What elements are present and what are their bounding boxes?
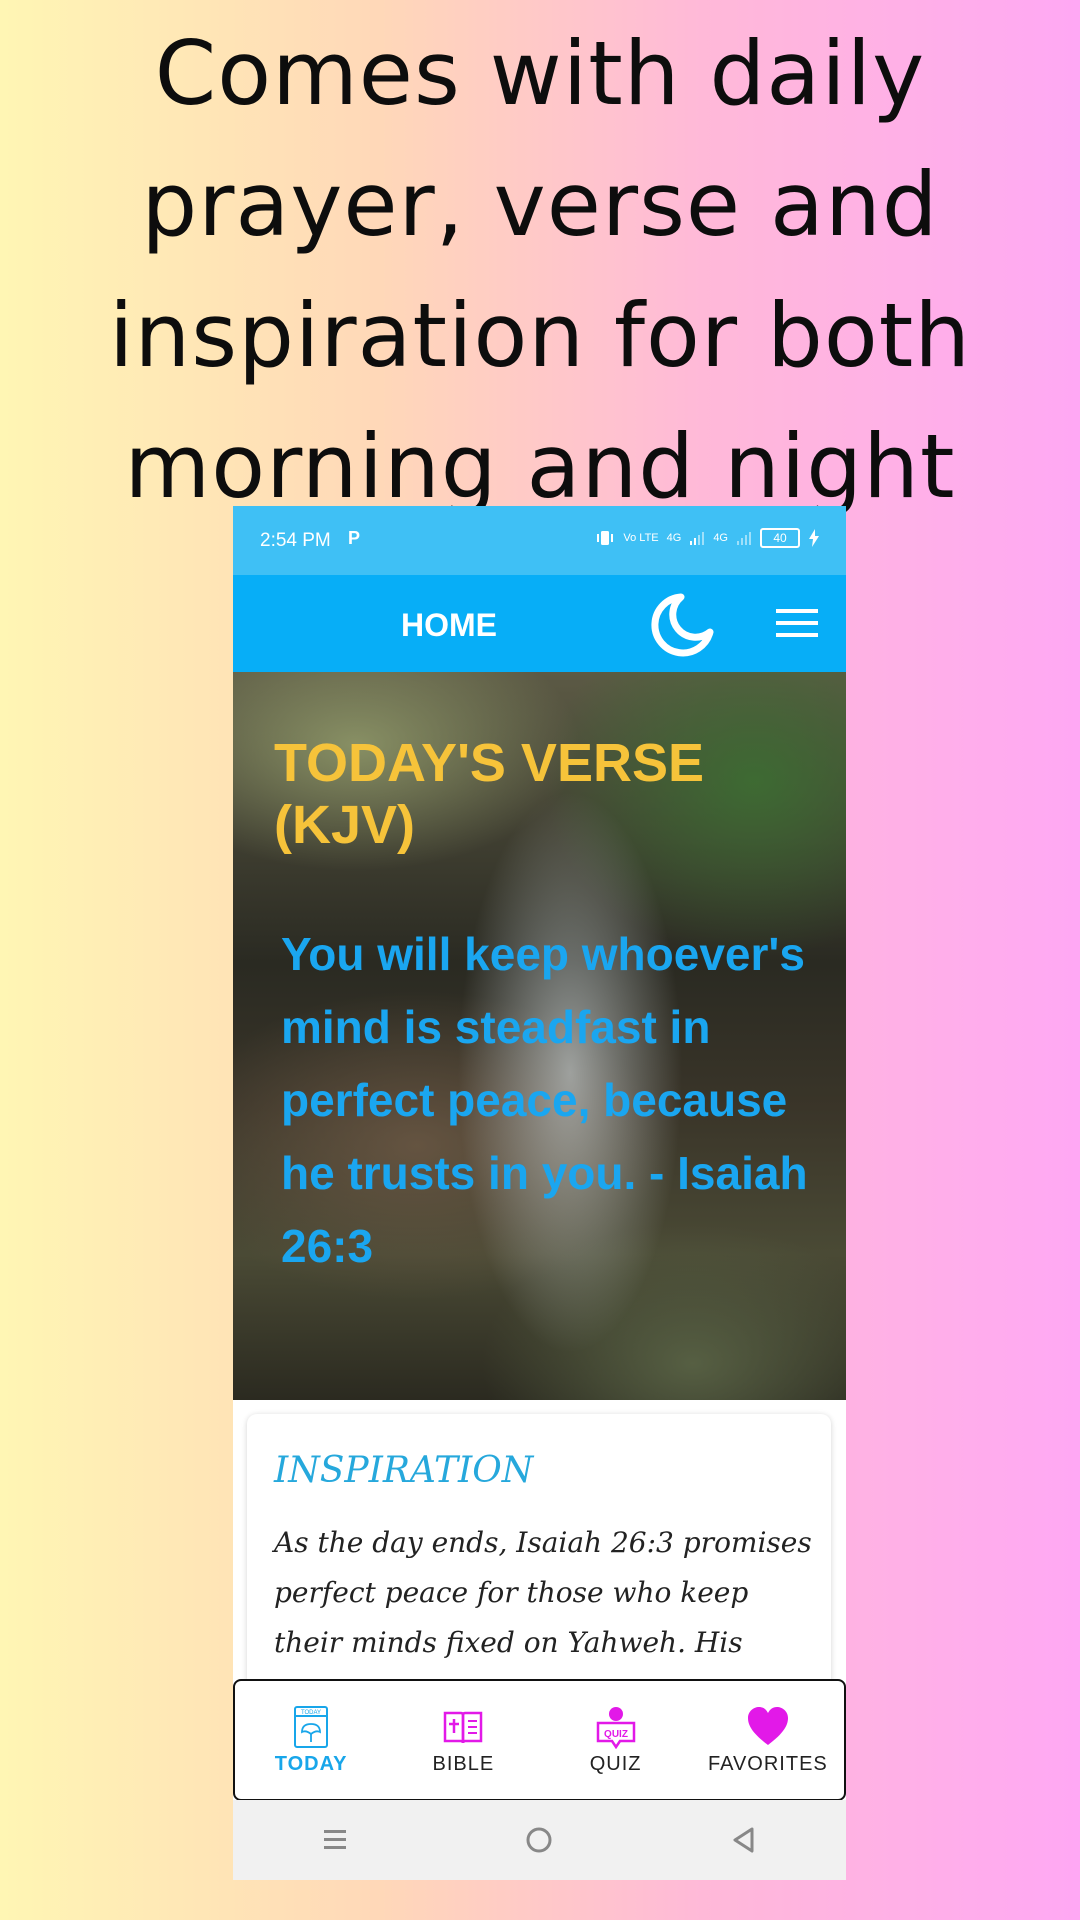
nav-bible-label: BIBLE bbox=[432, 1752, 495, 1775]
battery-icon: 40 bbox=[760, 528, 800, 548]
status-bar: 2:54 PM P Vo LTE 4G 4G 40 bbox=[233, 506, 846, 575]
nav-quiz-label: QUIZ bbox=[589, 1752, 642, 1775]
today-icon: TODAY bbox=[294, 1705, 329, 1748]
inspiration-title: INSPIRATION bbox=[274, 1450, 534, 1491]
page-title: HOME bbox=[401, 607, 497, 643]
volte-label: Vo LTE bbox=[623, 532, 659, 544]
home-button[interactable] bbox=[509, 1810, 569, 1870]
moon-icon[interactable] bbox=[648, 592, 714, 658]
nav-today-label: TODAY bbox=[274, 1752, 348, 1775]
status-time: 2:54 PM bbox=[260, 530, 331, 551]
headline-line: inspiration for both bbox=[109, 284, 971, 387]
quiz-icon: QUIZ bbox=[596, 1706, 635, 1749]
bible-icon bbox=[444, 1711, 483, 1743]
todays-verse-hero: TODAY'S VERSE (KJV) You will keep whoeve… bbox=[233, 672, 846, 1400]
nav-favorites-label: FAVORITES bbox=[707, 1752, 828, 1775]
nav-today[interactable]: TODAY TODAY bbox=[236, 1705, 386, 1776]
nav-favorites[interactable]: FAVORITES bbox=[693, 1705, 843, 1776]
quiz-icon-text: QUIZ bbox=[604, 1729, 628, 1740]
headline-line: prayer, verse and bbox=[141, 153, 939, 256]
promo-headline: Comes with daily prayer, verse and inspi… bbox=[0, 8, 1080, 532]
signal-icon bbox=[737, 532, 751, 545]
headline-line: Comes with daily bbox=[154, 22, 926, 125]
network-4g-label: 4G bbox=[713, 532, 728, 544]
back-button[interactable] bbox=[714, 1810, 774, 1870]
system-navigation-bar bbox=[233, 1800, 846, 1880]
verse-title: TODAY'S VERSE (KJV) bbox=[274, 733, 704, 855]
home-icon bbox=[526, 1827, 552, 1853]
network-4g-label: 4G bbox=[666, 532, 682, 544]
vibrate-icon bbox=[597, 531, 614, 545]
nav-quiz[interactable]: QUIZ QUIZ bbox=[541, 1705, 691, 1776]
signal-icon bbox=[690, 532, 705, 545]
status-system-icons: Vo LTE 4G 4G 40 bbox=[595, 528, 820, 548]
today-icon-text: TODAY bbox=[301, 1710, 321, 1716]
verse-text: You will keep whoever's mind is steadfas… bbox=[281, 928, 808, 1272]
back-icon bbox=[733, 1827, 754, 1853]
phone-screen: 2:54 PM P Vo LTE 4G 4G 40 HOME TODAY'S V… bbox=[233, 506, 846, 1880]
app-bar: HOME bbox=[233, 575, 846, 672]
charging-icon bbox=[809, 529, 819, 547]
nav-bible[interactable]: BIBLE bbox=[388, 1705, 538, 1776]
recents-icon bbox=[324, 1830, 347, 1849]
heart-icon bbox=[747, 1706, 788, 1745]
recents-button[interactable] bbox=[305, 1810, 365, 1870]
p-app-icon: P bbox=[348, 528, 361, 548]
bottom-navigation: TODAY TODAY BIBLE QUIZ QUIZ FAVORITES bbox=[233, 1679, 846, 1801]
hamburger-menu-icon[interactable] bbox=[776, 607, 818, 639]
